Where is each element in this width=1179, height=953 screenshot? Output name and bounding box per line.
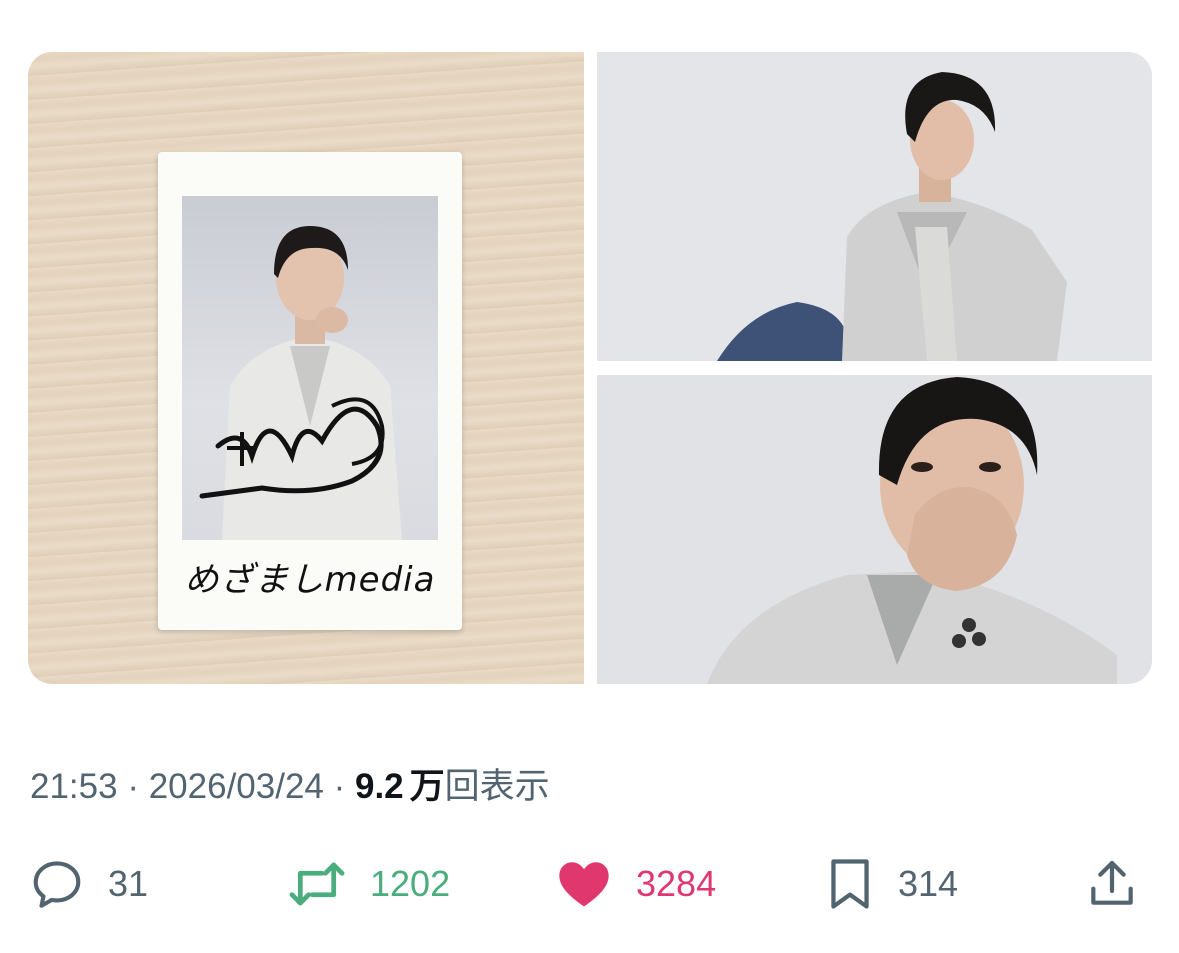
reply-icon (28, 855, 86, 913)
retweet-count: 1202 (370, 863, 451, 904)
reply-button[interactable]: 31 (28, 852, 148, 916)
meta-separator: · (323, 767, 355, 806)
view-count: 9.2 (354, 767, 404, 806)
meta-separator: · (117, 767, 149, 806)
reply-count: 31 (108, 863, 149, 904)
polaroid-card: めざましmedia (158, 152, 462, 630)
tweet-date[interactable]: 2026/03/24 (149, 767, 324, 806)
like-button[interactable]: 3284 (554, 852, 716, 916)
bookmark-icon (824, 855, 876, 913)
person-illustration (717, 72, 1067, 361)
view-count-unit: 万 (409, 767, 445, 806)
person-illustration (707, 377, 1117, 684)
share-button[interactable] (1084, 852, 1140, 916)
retweet-icon (286, 855, 348, 913)
bookmark-button[interactable]: 314 (824, 852, 958, 916)
polaroid-caption: めざましmedia (184, 560, 436, 600)
media-photo-closeup[interactable] (597, 375, 1152, 684)
tweet-action-bar: 31 1202 3284 314 (0, 852, 1179, 916)
tweet-meta: 21:53 · 2026/03/24 · 9.2 万回表示 (30, 758, 550, 809)
retweet-button[interactable]: 1202 (286, 852, 450, 916)
person-illustration (199, 226, 402, 540)
tweet-time: 21:53 (30, 767, 118, 806)
media-photo-polaroid[interactable]: めざましmedia (28, 52, 584, 684)
like-icon (554, 855, 614, 913)
like-count: 3284 (636, 863, 717, 904)
bookmark-count: 314 (898, 863, 959, 904)
view-count-label: 回表示 (444, 767, 550, 806)
polaroid-picture (182, 196, 438, 540)
media-photo-sitting[interactable] (597, 52, 1152, 361)
share-icon (1084, 856, 1140, 912)
media-grid: めざましmedia (28, 52, 1152, 684)
